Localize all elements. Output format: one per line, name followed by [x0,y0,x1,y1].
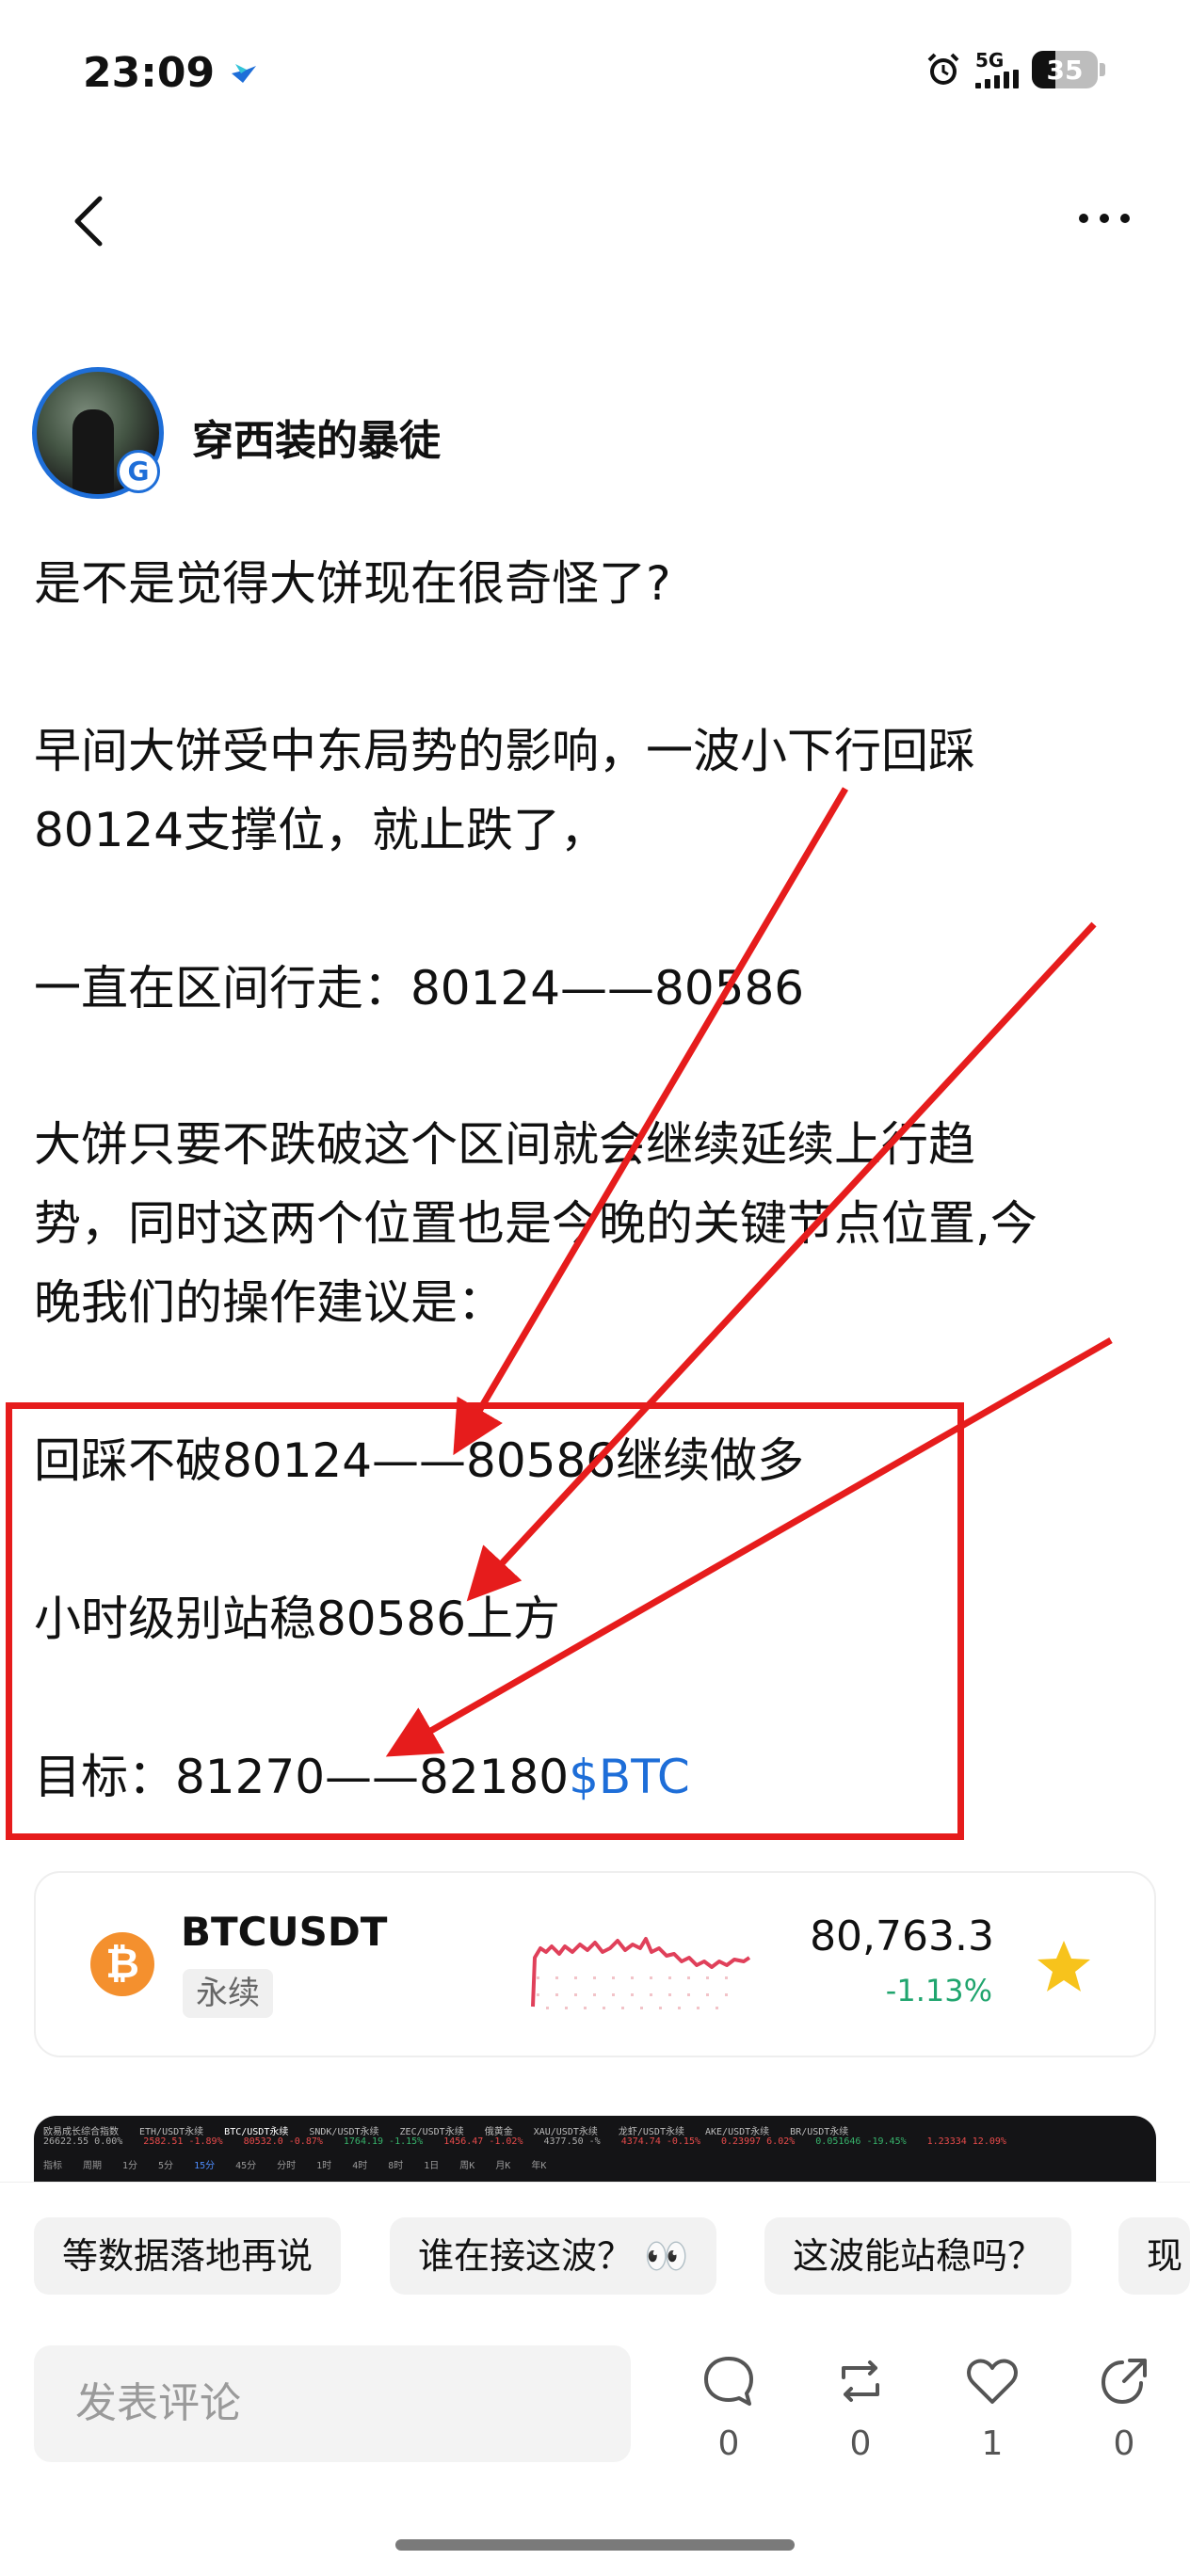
chart-tab: ETH/USDT永续 [139,2127,204,2137]
ticker-tag: 永续 [183,1969,273,2018]
author-name[interactable]: 穿西装的暴徒 [192,407,441,467]
quick-reply-chip[interactable]: 这波能站稳吗？ [764,2217,1072,2295]
chart-toolbar-item: 1时 [316,2161,332,2171]
chart-image[interactable]: 欧易成长综合指数 ETH/USDT永续 BTC/USDT永续 SNDK/USDT… [34,2116,1156,2182]
chart-value: 1.23334 12.09% [926,2136,1006,2147]
price-sparkline [531,1937,751,2009]
quick-reply-chip[interactable]: 现 [1118,2217,1190,2295]
repost-count: 0 [849,2424,872,2463]
chart-toolbar-item: 指标 [43,2161,62,2171]
heart-icon [967,2359,1018,2404]
chart-toolbar-item: 45分 [235,2161,257,2171]
post-line: 势，同时这两个位置也是今晚的关键节点位置,今 [34,1196,1037,1251]
post-line: 是不是觉得大饼现在很奇怪了? [34,556,671,611]
post-line: 大饼只要不跌破这个区间就会继续延续上行趋 [34,1117,975,1172]
chart-value: 26622.55 0.00% [43,2136,123,2147]
verified-badge-icon: G [117,450,160,493]
chart-value: 0.23997 6.02% [721,2136,796,2147]
chart-tab: ZEC/USDT永续 [399,2127,464,2137]
battery-tip [1100,63,1105,76]
chart-value: 1456.47 -1.02% [443,2136,523,2147]
chart-toolbar-item: 月K [495,2161,511,2171]
battery-icon: 35 [1032,51,1098,88]
like-count: 1 [981,2424,1004,2463]
home-indicator[interactable] [395,2539,795,2551]
chart-tab: 欧易成长综合指数 [43,2127,119,2137]
share-count: 0 [1113,2424,1135,2463]
ticker-change: -1.13% [885,1973,992,2008]
star-icon[interactable] [1034,1937,1094,1997]
post-line: 一直在区间行走：80124——80586 [34,961,805,1016]
comment-button[interactable]: 0 [691,2353,766,2463]
highlight-box [6,1402,964,1840]
chart-toolbar-item: 8时 [388,2161,404,2171]
repost-icon [842,2360,879,2402]
chart-toolbar-item: 周期 [83,2161,102,2171]
post-line: 早间大饼受中东局势的影响，一波小下行回踩 [34,724,975,778]
chart-value: 2582.51 -1.89% [143,2136,223,2147]
chart-tab: SNDK/USDT永续 [309,2127,379,2137]
chart-toolbar-item: 5分 [158,2161,174,2171]
bitcoin-icon: ₿ [90,1932,154,1996]
comment-input[interactable]: 发表评论 [34,2345,631,2462]
app-notification-icon [232,64,256,83]
chart-toolbar-item: 年K [531,2161,547,2171]
chart-toolbar-item: 1分 [122,2161,138,2171]
chart-toolbar-item: 周K [459,2161,475,2171]
chart-tab: BR/USDT永续 [790,2127,849,2137]
chart-tab: AKE/USDT永续 [704,2127,770,2137]
comment-count: 0 [717,2424,740,2463]
chart-value: 4377.50 -% [543,2136,601,2147]
chart-tab: 俄黄金 [484,2127,513,2137]
ellipsis-icon[interactable] [1073,209,1149,237]
status-time: 23:09 [83,49,216,97]
chevron-left-icon[interactable] [66,193,113,249]
chart-value: 80532.0 -0.87% [243,2136,323,2147]
quick-reply-chip[interactable]: 等数据落地再说 [34,2217,342,2295]
post-line: 晚我们的操作建议是： [34,1275,505,1330]
chart-value: 0.051646 -19.45% [815,2136,907,2147]
chart-toolbar-item: 15分 [194,2161,216,2171]
ticker-price: 80,763.3 [810,1912,994,1960]
quick-reply-chip[interactable]: 谁在接这波？ 👀 [390,2217,717,2295]
network-type: 5G [975,49,1005,72]
chart-tab: BTC/USDT永续 [224,2127,289,2137]
like-button[interactable]: 1 [955,2353,1030,2463]
post-line: 80124支撑位，就止跌了， [34,803,608,857]
chart-value: 1764.19 -1.15% [343,2136,424,2147]
signal-icon [975,70,1019,88]
status-indicators: 5G 35 [925,51,1105,88]
chart-toolbar-item: 4时 [352,2161,368,2171]
chart-tab: XAU/USDT永续 [533,2127,598,2137]
chart-value: 4374.74 -0.15% [620,2136,700,2147]
battery-level: 35 [1046,55,1084,86]
ticker-symbol[interactable]: BTCUSDT [181,1909,387,1955]
share-button[interactable]: 0 [1086,2353,1162,2463]
chart-toolbar-item: 分时 [277,2161,297,2171]
share-icon [1101,2359,1147,2405]
chart-tab: 龙虾/USDT永续 [618,2127,684,2137]
chart-toolbar-item: 1日 [424,2161,440,2171]
comment-icon [704,2357,753,2406]
repost-button[interactable]: 0 [823,2353,898,2463]
alarm-icon [927,53,959,85]
